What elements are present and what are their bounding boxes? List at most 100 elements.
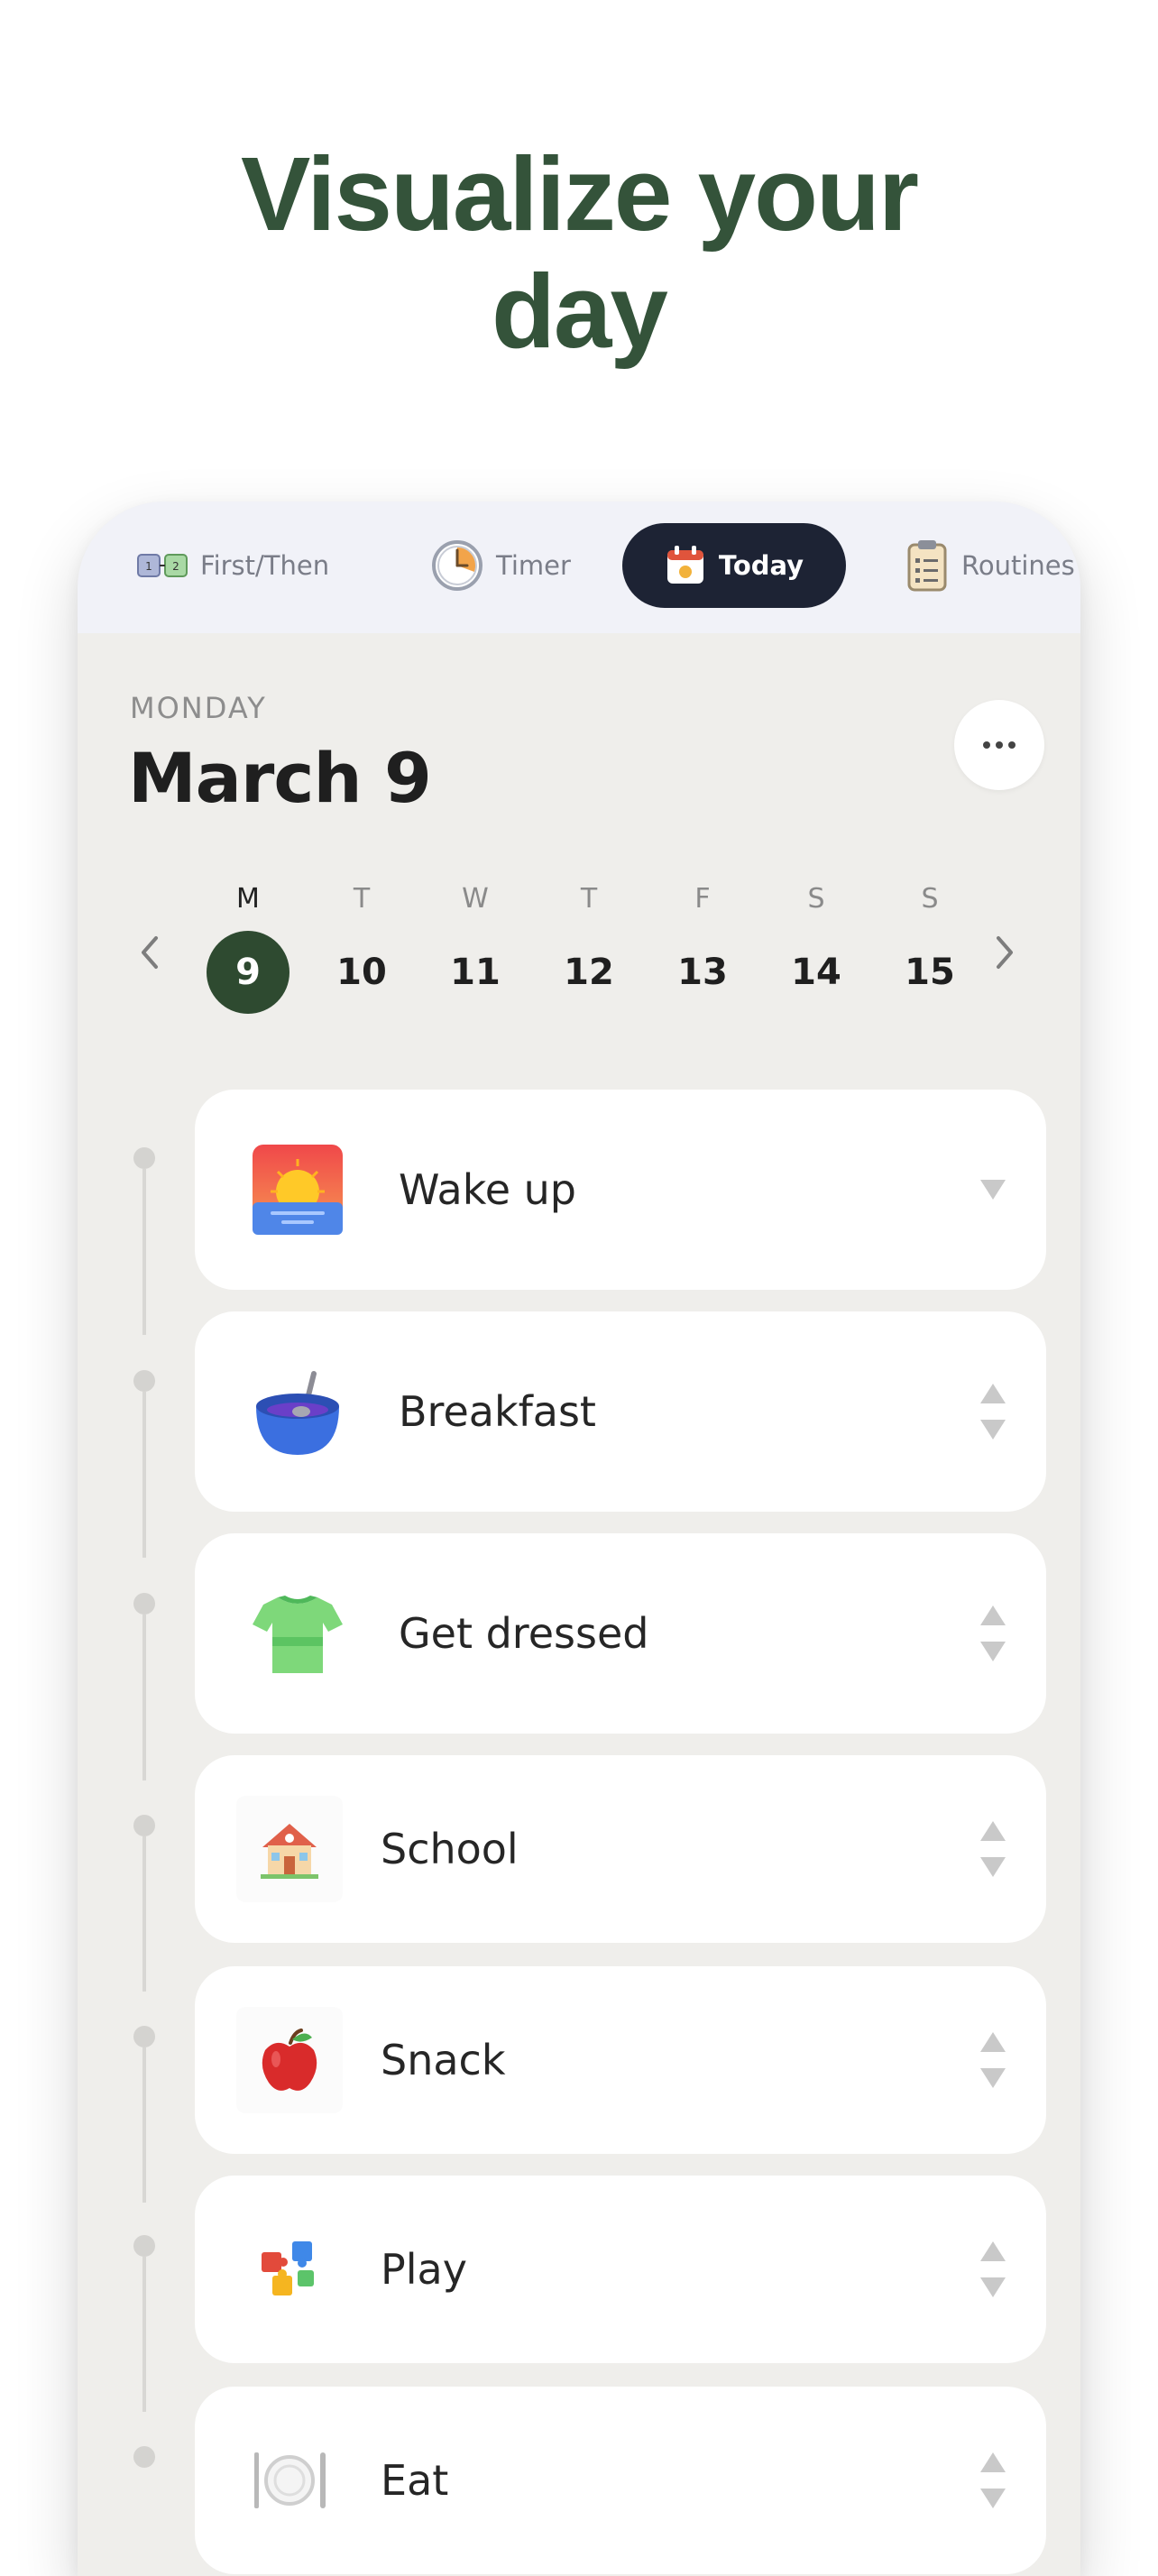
reorder-control[interactable] [978, 1605, 1008, 1661]
next-week-button[interactable] [983, 916, 1028, 989]
activity-card-get-dressed[interactable]: Get dressed [195, 1533, 1046, 1734]
move-up-icon [980, 1605, 1006, 1625]
day-friday[interactable]: F 13 [646, 879, 759, 1014]
headline-line-1: Visualize your [241, 135, 919, 253]
headline-line-2: day [492, 253, 668, 370]
activity-label: School [381, 1825, 519, 1873]
chevron-left-icon [142, 936, 158, 969]
move-up-icon [980, 2452, 1006, 2472]
calendar-icon [665, 545, 706, 586]
expand-toggle[interactable] [978, 1180, 1008, 1200]
day-number: 13 [677, 952, 728, 993]
activity-label: Breakfast [399, 1387, 596, 1436]
chevron-right-icon [997, 936, 1013, 969]
timeline-dot [133, 2235, 155, 2257]
apple-icon [236, 2007, 343, 2113]
activity-label: Get dressed [399, 1609, 649, 1658]
more-options-button[interactable] [954, 700, 1044, 790]
day-letter: F [694, 883, 711, 915]
timeline-dot [133, 1593, 155, 1615]
day-letter: S [807, 883, 825, 915]
page-headline: Visualize your day [0, 135, 1158, 370]
phone-screen: 1 2 First/Then Timer Today Routines MOND… [78, 501, 1080, 2576]
reorder-control[interactable] [978, 2452, 1008, 2508]
svg-text:1: 1 [145, 560, 152, 573]
clipboard-icon [905, 538, 949, 593]
tab-label: Routines [961, 550, 1075, 581]
first-then-icon: 1 2 [137, 552, 188, 579]
week-strip: M 9 T 10 W 11 T 12 F 13 S 14 S 15 [191, 879, 992, 1014]
timeline-line [142, 2047, 146, 2203]
day-number: 10 [336, 952, 387, 993]
day-saturday[interactable]: S 14 [759, 879, 873, 1014]
move-up-icon [980, 1384, 1006, 1403]
day-tuesday[interactable]: T 10 [305, 879, 418, 1014]
chevron-down-icon [980, 1180, 1006, 1200]
tab-routines[interactable]: Routines [905, 523, 1080, 608]
reorder-control[interactable] [978, 1821, 1008, 1877]
day-letter: M [236, 883, 260, 915]
timeline-dot [133, 2026, 155, 2047]
move-up-icon [980, 2241, 1006, 2261]
activity-label: Play [381, 2245, 467, 2294]
weekday-label: MONDAY [130, 691, 267, 725]
move-down-icon [980, 1642, 1006, 1661]
move-down-icon [980, 2277, 1006, 2297]
day-letter: T [353, 883, 371, 915]
svg-text:2: 2 [172, 560, 179, 573]
tab-today[interactable]: Today [622, 523, 846, 608]
move-down-icon [980, 1857, 1006, 1877]
move-up-icon [980, 2032, 1006, 2052]
activity-card-school[interactable]: School [195, 1755, 1046, 1943]
school-house-icon [236, 1796, 343, 1902]
timeline-dot [133, 2446, 155, 2468]
day-thursday[interactable]: T 12 [532, 879, 646, 1014]
day-number: 15 [905, 952, 955, 993]
plate-cutlery-icon [236, 2427, 343, 2534]
activity-card-snack[interactable]: Snack [195, 1966, 1046, 2154]
activity-label: Eat [381, 2456, 449, 2505]
timeline-line [142, 2257, 146, 2412]
move-down-icon [980, 2068, 1006, 2088]
timer-icon [431, 539, 483, 592]
activity-card-eat[interactable]: Eat [195, 2387, 1046, 2574]
activity-card-play[interactable]: Play [195, 2176, 1046, 2363]
timeline-line [142, 1392, 146, 1558]
puzzle-pieces-icon [236, 2216, 343, 2323]
tab-label: First/Then [200, 550, 330, 581]
timeline-dot [133, 1147, 155, 1169]
tab-label: Today [718, 550, 804, 581]
day-wednesday[interactable]: W 11 [418, 879, 532, 1014]
activity-card-wake-up[interactable]: Wake up [195, 1090, 1046, 1290]
previous-week-button[interactable] [126, 916, 171, 989]
move-up-icon [980, 1821, 1006, 1841]
reorder-control[interactable] [978, 2032, 1008, 2088]
timeline-dot [133, 1370, 155, 1392]
tab-bar: 1 2 First/Then Timer Today Routines [78, 501, 1080, 633]
tab-first-then[interactable]: 1 2 First/Then [137, 523, 335, 608]
more-dots-icon [983, 741, 990, 749]
t-shirt-icon [251, 1587, 345, 1680]
day-number: 9 [207, 931, 290, 1014]
tab-timer[interactable]: Timer [431, 523, 584, 608]
sunrise-icon [251, 1143, 345, 1237]
day-monday[interactable]: M 9 [191, 879, 305, 1014]
move-down-icon [980, 1420, 1006, 1440]
day-number: 12 [564, 952, 614, 993]
activity-label: Snack [381, 2036, 506, 2084]
activity-card-breakfast[interactable]: Breakfast [195, 1311, 1046, 1512]
cereal-bowl-icon [251, 1365, 345, 1458]
tab-label: Timer [496, 550, 571, 581]
timeline-line [142, 1169, 146, 1335]
day-number: 11 [450, 952, 501, 993]
day-sunday[interactable]: S 15 [873, 879, 987, 1014]
activity-label: Wake up [399, 1165, 577, 1214]
day-letter: T [580, 883, 598, 915]
day-letter: S [921, 883, 939, 915]
timeline-dot [133, 1815, 155, 1836]
reorder-control[interactable] [978, 1384, 1008, 1440]
day-number: 14 [791, 952, 841, 993]
timeline-line [142, 1836, 146, 1992]
reorder-control[interactable] [978, 2241, 1008, 2297]
timeline-line [142, 1615, 146, 1780]
